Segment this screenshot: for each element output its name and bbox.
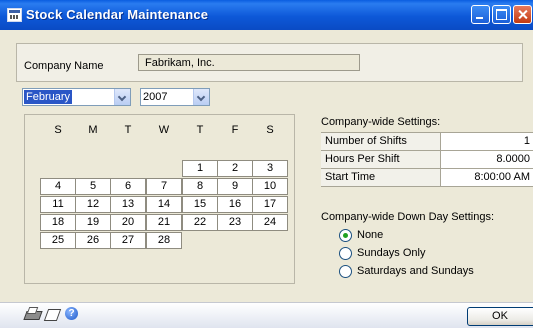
radio-label-none: None xyxy=(357,229,384,241)
month-select[interactable]: February xyxy=(22,88,131,106)
weekday-label: S xyxy=(266,124,274,136)
calendar-day[interactable]: 3 xyxy=(252,160,288,177)
weekday-label: T xyxy=(124,124,132,136)
calendar-day[interactable]: 7 xyxy=(146,178,182,195)
chevron-down-icon[interactable] xyxy=(114,89,130,105)
calendar-day[interactable]: 1 xyxy=(182,160,218,177)
weekday-label: W xyxy=(158,124,170,136)
radio-button-saturdays-and-sundays[interactable] xyxy=(339,265,352,278)
settings-heading: Company-wide Settings: xyxy=(321,116,441,128)
calendar-day[interactable]: 27 xyxy=(110,232,146,249)
calendar-day[interactable]: 21 xyxy=(146,214,182,231)
ok-button[interactable]: OK xyxy=(467,307,533,326)
start-time-value[interactable]: 8:00:00 AM xyxy=(441,169,533,186)
calendar-day[interactable]: 24 xyxy=(252,214,288,231)
settings-table-border xyxy=(321,186,533,187)
calendar-day[interactable]: 15 xyxy=(182,196,218,213)
settings-row-start-time: Start Time 8:00:00 AM xyxy=(321,168,533,186)
note-icon[interactable] xyxy=(44,306,60,322)
calendar-day[interactable]: 10 xyxy=(252,178,288,195)
radio-button-none[interactable] xyxy=(339,229,352,242)
shifts-label: Number of Shifts xyxy=(321,133,441,150)
calendar-day[interactable]: 23 xyxy=(217,214,253,231)
calendar-day[interactable]: 17 xyxy=(252,196,288,213)
calendar-day[interactable]: 2 xyxy=(217,160,253,177)
window-icon xyxy=(7,8,22,22)
calendar-day[interactable]: 22 xyxy=(182,214,218,231)
year-select[interactable]: 2007 xyxy=(140,88,210,106)
calendar-day[interactable]: 4 xyxy=(40,178,76,195)
calendar-day[interactable]: 14 xyxy=(146,196,182,213)
calendar-day[interactable]: 12 xyxy=(75,196,111,213)
calendar-day[interactable]: 16 xyxy=(217,196,253,213)
close-button[interactable] xyxy=(513,5,532,24)
down-day-heading: Company-wide Down Day Settings: xyxy=(321,211,495,223)
calendar-day[interactable]: 19 xyxy=(75,214,111,231)
weekday-label: T xyxy=(196,124,204,136)
printer-icon[interactable] xyxy=(24,306,40,322)
radio-label-sundays-only: Sundays Only xyxy=(357,247,426,259)
radio-label-saturdays-and-sundays: Saturdays and Sundays xyxy=(357,265,474,277)
help-icon[interactable] xyxy=(64,306,80,322)
weekday-label: S xyxy=(54,124,62,136)
company-name-label: Company Name xyxy=(24,60,104,72)
calendar-day[interactable]: 9 xyxy=(217,178,253,195)
calendar-day[interactable]: 5 xyxy=(75,178,111,195)
weekday-label: F xyxy=(231,124,239,136)
calendar-day[interactable]: 13 xyxy=(110,196,146,213)
year-value: 2007 xyxy=(143,91,168,103)
calendar-day[interactable]: 26 xyxy=(75,232,111,249)
radio-button-sundays-only[interactable] xyxy=(339,247,352,260)
window-title: Stock Calendar Maintenance xyxy=(26,7,209,22)
minimize-button[interactable] xyxy=(471,5,490,24)
shifts-value[interactable]: 1 xyxy=(441,133,533,150)
calendar-day[interactable]: 11 xyxy=(40,196,76,213)
month-value: February xyxy=(24,90,73,104)
start-time-label: Start Time xyxy=(321,169,441,186)
settings-row-hours: Hours Per Shift 8.0000 xyxy=(321,150,533,168)
calendar-day[interactable]: 6 xyxy=(110,178,146,195)
title-bar: Stock Calendar Maintenance xyxy=(0,0,533,30)
weekday-label: M xyxy=(88,124,98,136)
settings-row-shifts: Number of Shifts 1 xyxy=(321,132,533,150)
calendar-day[interactable]: 18 xyxy=(40,214,76,231)
chevron-down-icon[interactable] xyxy=(193,89,209,105)
calendar-day[interactable]: 8 xyxy=(182,178,218,195)
calendar-day[interactable]: 28 xyxy=(146,232,182,249)
hours-label: Hours Per Shift xyxy=(321,151,441,168)
company-name-field: Fabrikam, Inc. xyxy=(138,54,360,71)
hours-value[interactable]: 8.0000 xyxy=(441,151,533,168)
maximize-button[interactable] xyxy=(492,5,511,24)
calendar-day[interactable]: 20 xyxy=(110,214,146,231)
calendar-day[interactable]: 25 xyxy=(40,232,76,249)
